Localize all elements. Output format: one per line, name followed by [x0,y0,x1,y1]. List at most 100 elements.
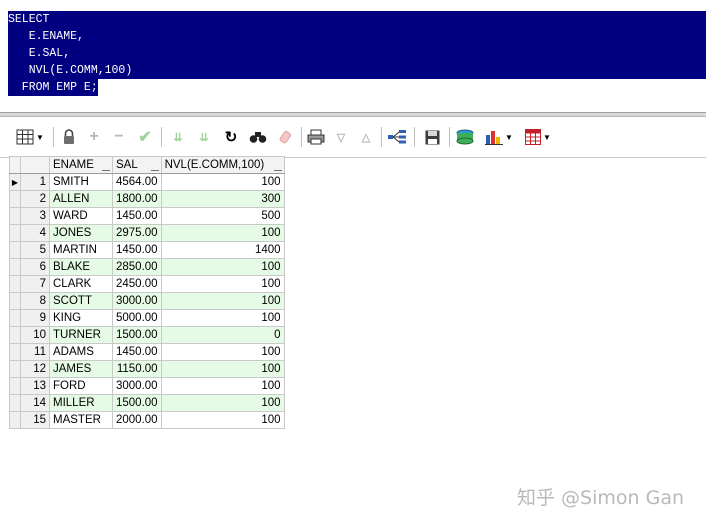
row-indicator[interactable] [9,258,21,276]
row-indicator[interactable] [9,411,21,429]
table-row[interactable]: 7 CLARK 2450.00 100 [9,275,285,293]
cell-sal[interactable]: 1500.00 [112,394,162,412]
row-indicator[interactable] [9,275,21,293]
cell-sal[interactable]: 1150.00 [112,360,162,378]
print-button[interactable] [305,127,327,147]
cell-ename[interactable]: MARTIN [49,241,113,259]
cell-sal[interactable]: 1450.00 [112,241,162,259]
sort-up-icon[interactable]: △ [357,127,375,147]
table-row[interactable]: 5 MARTIN 1450.00 1400 [9,241,285,259]
row-indicator[interactable] [9,394,21,412]
row-indicator[interactable] [9,224,21,242]
chevron-down-icon: ▼ [505,132,513,142]
cell-sal[interactable]: 5000.00 [112,309,162,327]
cell-ename[interactable]: JONES [49,224,113,242]
column-header-nvl[interactable]: NVL(E.COMM,100) [160,156,285,174]
table-row[interactable]: ▶ 1 SMITH 4564.00 100 [9,173,285,191]
export-button[interactable] [454,127,476,147]
table-row[interactable]: 15 MASTER 2000.00 100 [9,411,285,429]
find-button[interactable] [247,127,269,147]
cell-sal[interactable]: 4564.00 [112,173,162,191]
cell-nvl[interactable]: 500 [160,207,285,225]
row-indicator[interactable] [9,241,21,259]
cell-sal[interactable]: 3000.00 [112,377,162,395]
table-row[interactable]: 4 JONES 2975.00 100 [9,224,285,242]
cell-sal[interactable]: 1500.00 [112,326,162,344]
table-row[interactable]: 10 TURNER 1500.00 0 [9,326,285,344]
cell-sal[interactable]: 3000.00 [112,292,162,310]
grid-view-button[interactable]: ▼ [13,127,47,147]
sql-editor[interactable]: SELECT E.ENAME, E.SAL, NVL(E.COMM,100) F… [0,0,706,113]
cell-ename[interactable]: MASTER [49,411,113,429]
cell-nvl[interactable]: 100 [160,224,285,242]
table-row[interactable]: 14 MILLER 1500.00 100 [9,394,285,412]
cell-nvl[interactable]: 0 [160,326,285,344]
cell-nvl[interactable]: 100 [160,275,285,293]
table-row[interactable]: 8 SCOTT 3000.00 100 [9,292,285,310]
column-header-sal[interactable]: SAL [112,156,162,174]
cell-ename[interactable]: WARD [49,207,113,225]
clear-button[interactable] [276,127,296,147]
refresh-icon[interactable]: ↻ [221,127,241,147]
table-row[interactable]: 6 BLAKE 2850.00 100 [9,258,285,276]
cell-ename[interactable]: TURNER [49,326,113,344]
delete-record-icon[interactable]: − [110,127,128,147]
row-indicator[interactable] [9,326,21,344]
table-options-button[interactable]: ▼ [521,127,555,147]
cell-nvl[interactable]: 100 [160,377,285,395]
cell-ename[interactable]: JAMES [49,360,113,378]
lock-button[interactable] [59,127,79,147]
fetch-next-icon[interactable]: ⇊ [168,127,188,147]
cell-ename[interactable]: ADAMS [49,343,113,361]
cell-nvl[interactable]: 1400 [160,241,285,259]
table-row[interactable]: 9 KING 5000.00 100 [9,309,285,327]
cell-ename[interactable]: SCOTT [49,292,113,310]
cell-nvl[interactable]: 100 [160,411,285,429]
table-row[interactable]: 11 ADAMS 1450.00 100 [9,343,285,361]
table-row[interactable]: 13 FORD 3000.00 100 [9,377,285,395]
cell-ename[interactable]: FORD [49,377,113,395]
cell-sal[interactable]: 1450.00 [112,207,162,225]
row-number: 7 [20,275,50,293]
row-indicator[interactable]: ▶ [9,173,21,191]
cell-ename[interactable]: BLAKE [49,258,113,276]
cell-sal[interactable]: 2850.00 [112,258,162,276]
row-indicator[interactable] [9,207,21,225]
save-button[interactable] [422,127,442,147]
row-indicator[interactable] [9,360,21,378]
cell-sal[interactable]: 1450.00 [112,343,162,361]
row-indicator[interactable] [9,292,21,310]
cell-nvl[interactable]: 100 [160,394,285,412]
cell-nvl[interactable]: 100 [160,343,285,361]
cell-nvl[interactable]: 100 [160,173,285,191]
cell-nvl[interactable]: 300 [160,190,285,208]
cell-nvl[interactable]: 100 [160,258,285,276]
cell-ename[interactable]: MILLER [49,394,113,412]
table-row[interactable]: 12 JAMES 1150.00 100 [9,360,285,378]
sort-down-icon[interactable]: ▽ [332,127,350,147]
table-row[interactable]: 2 ALLEN 1800.00 300 [9,190,285,208]
cell-ename[interactable]: SMITH [49,173,113,191]
cell-ename[interactable]: ALLEN [49,190,113,208]
row-indicator[interactable] [9,343,21,361]
find-icon [249,132,267,143]
post-changes-icon[interactable]: ✔ [135,127,155,147]
table-row[interactable]: 3 WARD 1450.00 500 [9,207,285,225]
cell-sal[interactable]: 2000.00 [112,411,162,429]
row-indicator[interactable] [9,190,21,208]
cell-nvl[interactable]: 100 [160,360,285,378]
cell-sal[interactable]: 2450.00 [112,275,162,293]
query-by-example-button[interactable] [386,127,408,147]
fetch-last-icon[interactable]: ⇊ [194,127,214,147]
row-indicator[interactable] [9,377,21,395]
cell-nvl[interactable]: 100 [160,309,285,327]
cell-ename[interactable]: CLARK [49,275,113,293]
column-header-ename[interactable]: ENAME [49,156,113,174]
add-record-icon[interactable]: + [85,127,103,147]
cell-sal[interactable]: 1800.00 [112,190,162,208]
cell-sal[interactable]: 2975.00 [112,224,162,242]
cell-nvl[interactable]: 100 [160,292,285,310]
chart-button[interactable]: ▼ [482,127,516,147]
cell-ename[interactable]: KING [49,309,113,327]
row-indicator[interactable] [9,309,21,327]
